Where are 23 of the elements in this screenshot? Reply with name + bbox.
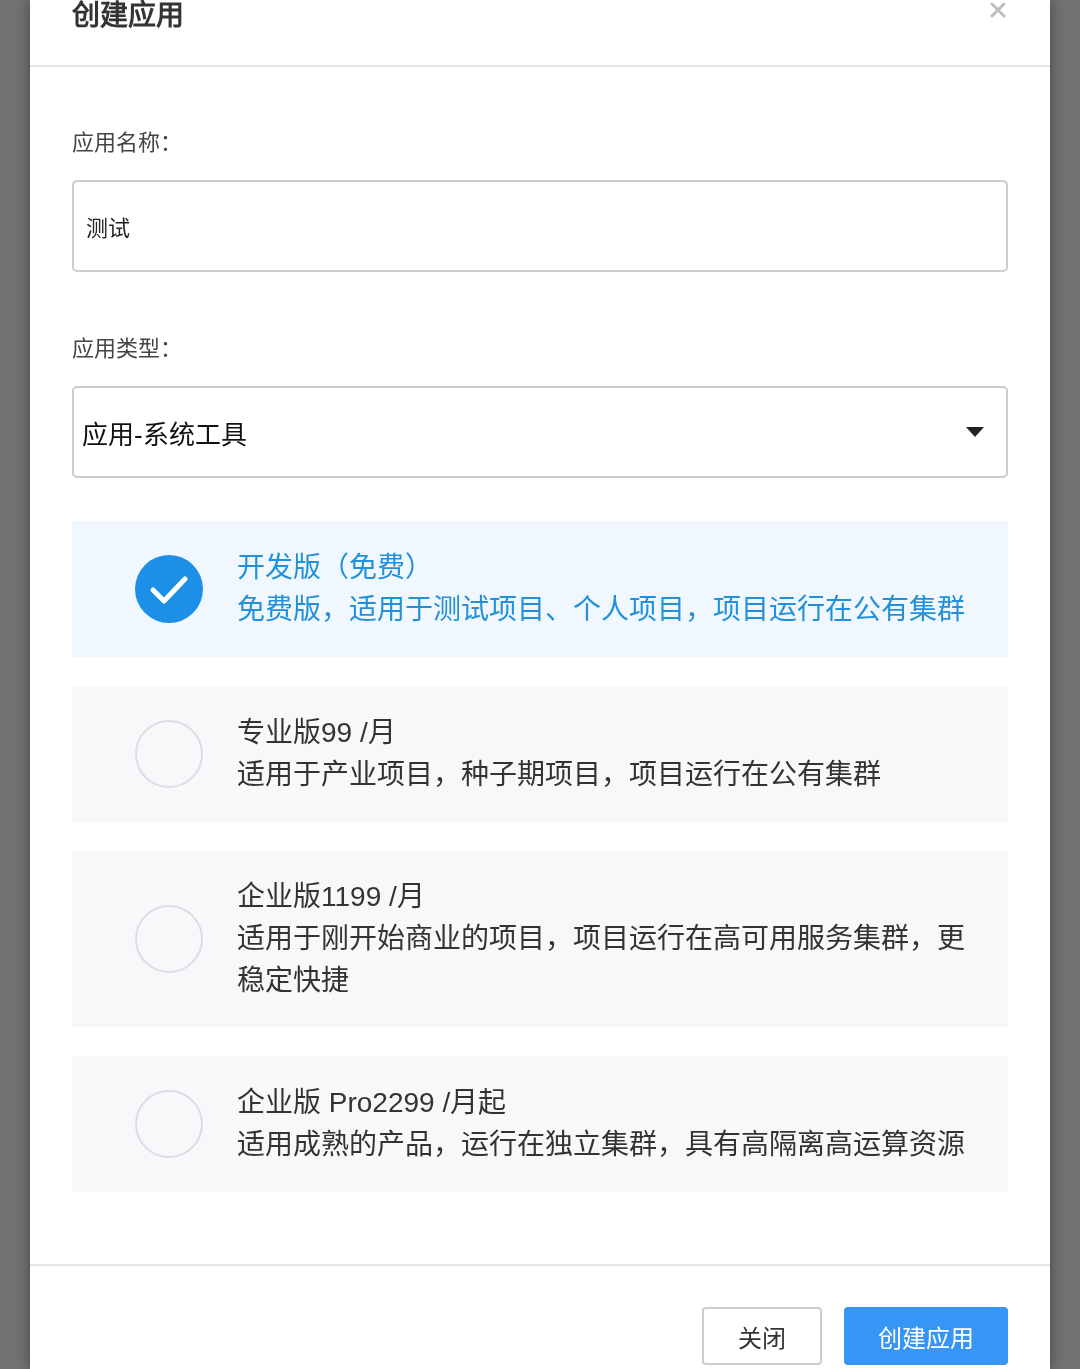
plan-description: 适用于产业项目，种子期项目，项目运行在公有集群 <box>237 758 881 792</box>
name-input[interactable]: 测试 <box>72 180 1008 272</box>
dialog-title: 创建应用 <box>72 0 184 32</box>
field-label: 应用类型： <box>72 335 182 363</box>
type-dropdown[interactable]: 应用-系统工具 <box>72 386 1008 478</box>
plan-title: 企业版1199 /月 <box>237 880 425 914</box>
close-icon[interactable] <box>990 2 1006 18</box>
plan-description: 适用成熟的产品，运行在独立集群，具有高隔离高运算资源 <box>237 1128 965 1162</box>
field-label: 应用名称： <box>72 129 182 157</box>
plan-title: 企业版 Pro2299 /月起 <box>237 1086 507 1120</box>
radio-circle-icon[interactable] <box>135 720 203 788</box>
plan-title: 开发版（免费） <box>237 551 433 585</box>
plan-option[interactable]: 企业版1199 /月 适用于刚开始商业的项目，项目运行在高可用服务集群，更稳定快捷 <box>72 851 1008 1027</box>
radio-circle-icon[interactable] <box>135 1090 203 1158</box>
plan-option[interactable]: 专业版99 /月 适用于产业项目，种子期项目，项目运行在公有集群 <box>72 686 1008 822</box>
plan-title: 专业版99 /月 <box>237 716 396 750</box>
radio-circle-icon[interactable] <box>135 905 203 973</box>
plan-option[interactable]: 企业版 Pro2299 /月起 适用成熟的产品，运行在独立集群，具有高隔离高运算资源 <box>72 1056 1008 1192</box>
plan-description: 免费版，适用于测试项目、个人项目，项目运行在公有集群 <box>237 593 965 627</box>
check-circle-icon[interactable] <box>135 555 203 623</box>
close-button[interactable]: 关闭 <box>702 1307 822 1365</box>
plan-description: 适用于刚开始商业的项目，项目运行在高可用服务集群，更稳定快捷 <box>237 922 966 998</box>
caret-down-icon <box>966 427 984 437</box>
